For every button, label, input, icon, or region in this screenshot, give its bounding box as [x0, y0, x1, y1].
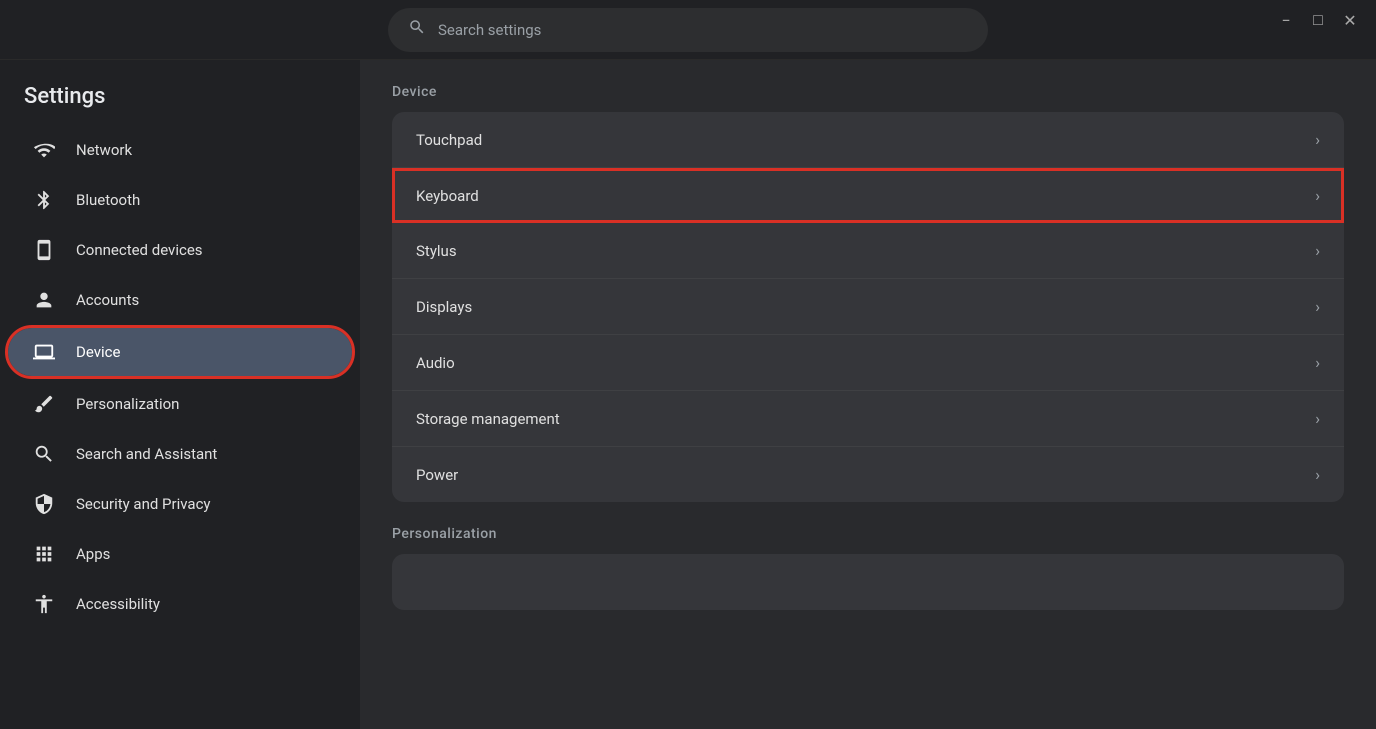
search-placeholder: Search settings	[438, 21, 541, 39]
sidebar-label-apps: Apps	[76, 545, 110, 563]
settings-item-keyboard[interactable]: Keyboard ›	[392, 168, 1344, 223]
close-button[interactable]: ✕	[1336, 6, 1364, 34]
main-layout: Settings Network Bluetooth	[0, 60, 1376, 729]
sidebar-label-accessibility: Accessibility	[76, 595, 160, 613]
sidebar-label-device: Device	[76, 343, 120, 361]
power-label: Power	[416, 466, 458, 484]
shield-icon	[32, 492, 56, 516]
search-icon	[408, 18, 426, 41]
personalization-placeholder	[392, 554, 1344, 610]
keyboard-label: Keyboard	[416, 187, 479, 205]
content-area: Device Touchpad › Keyboard › Stylus	[360, 60, 1376, 729]
sidebar-item-personalization[interactable]: Personalization	[8, 380, 352, 428]
device-settings-list: Touchpad › Keyboard › Stylus › Di	[392, 112, 1344, 502]
sidebar-header: Settings	[0, 60, 360, 125]
search-nav-icon	[32, 442, 56, 466]
settings-item-touchpad[interactable]: Touchpad ›	[392, 112, 1344, 168]
touchpad-chevron: ›	[1315, 130, 1320, 149]
stylus-chevron: ›	[1315, 241, 1320, 260]
storage-chevron: ›	[1315, 409, 1320, 428]
displays-label: Displays	[416, 298, 472, 316]
settings-item-displays[interactable]: Displays ›	[392, 279, 1344, 335]
accessibility-icon	[32, 592, 56, 616]
person-icon	[32, 288, 56, 312]
sidebar-item-security-privacy[interactable]: Security and Privacy	[8, 480, 352, 528]
audio-label: Audio	[416, 354, 455, 372]
settings-title: Settings	[24, 84, 105, 109]
personalization-settings-list	[392, 554, 1344, 610]
sidebar-item-connected-devices[interactable]: Connected devices	[8, 226, 352, 274]
settings-item-power[interactable]: Power ›	[392, 447, 1344, 502]
minimize-button[interactable]: −	[1272, 6, 1300, 34]
wifi-icon	[32, 138, 56, 162]
sidebar-item-device[interactable]: Device	[8, 328, 352, 376]
device-icon	[32, 238, 56, 262]
settings-window: − □ ✕ Search settings Settings	[0, 0, 1376, 729]
top-bar: − □ ✕ Search settings	[0, 0, 1376, 60]
laptop-icon	[32, 340, 56, 364]
sidebar-item-accounts[interactable]: Accounts	[8, 276, 352, 324]
sidebar: Settings Network Bluetooth	[0, 60, 360, 729]
apps-icon	[32, 542, 56, 566]
sidebar-label-personalization: Personalization	[76, 395, 179, 413]
settings-item-audio[interactable]: Audio ›	[392, 335, 1344, 391]
section-title-device: Device	[392, 84, 1344, 100]
section-title-personalization: Personalization	[392, 526, 1344, 542]
touchpad-label: Touchpad	[416, 131, 482, 149]
settings-item-storage-management[interactable]: Storage management ›	[392, 391, 1344, 447]
maximize-button[interactable]: □	[1304, 6, 1332, 34]
audio-chevron: ›	[1315, 353, 1320, 372]
sidebar-label-search-assistant: Search and Assistant	[76, 445, 217, 463]
power-chevron: ›	[1315, 465, 1320, 484]
sidebar-label-accounts: Accounts	[76, 291, 139, 309]
search-bar[interactable]: Search settings	[388, 8, 988, 52]
sidebar-item-bluetooth[interactable]: Bluetooth	[8, 176, 352, 224]
sidebar-label-connected-devices: Connected devices	[76, 241, 203, 259]
displays-chevron: ›	[1315, 297, 1320, 316]
sidebar-item-accessibility[interactable]: Accessibility	[8, 580, 352, 628]
brush-icon	[32, 392, 56, 416]
sidebar-item-search-assistant[interactable]: Search and Assistant	[8, 430, 352, 478]
sidebar-item-apps[interactable]: Apps	[8, 530, 352, 578]
storage-management-label: Storage management	[416, 410, 560, 428]
sidebar-label-network: Network	[76, 141, 132, 159]
stylus-label: Stylus	[416, 242, 457, 260]
keyboard-chevron: ›	[1315, 186, 1320, 205]
bluetooth-icon	[32, 188, 56, 212]
sidebar-item-network[interactable]: Network	[8, 126, 352, 174]
sidebar-label-security-privacy: Security and Privacy	[76, 495, 211, 513]
settings-item-stylus[interactable]: Stylus ›	[392, 223, 1344, 279]
sidebar-label-bluetooth: Bluetooth	[76, 191, 140, 209]
